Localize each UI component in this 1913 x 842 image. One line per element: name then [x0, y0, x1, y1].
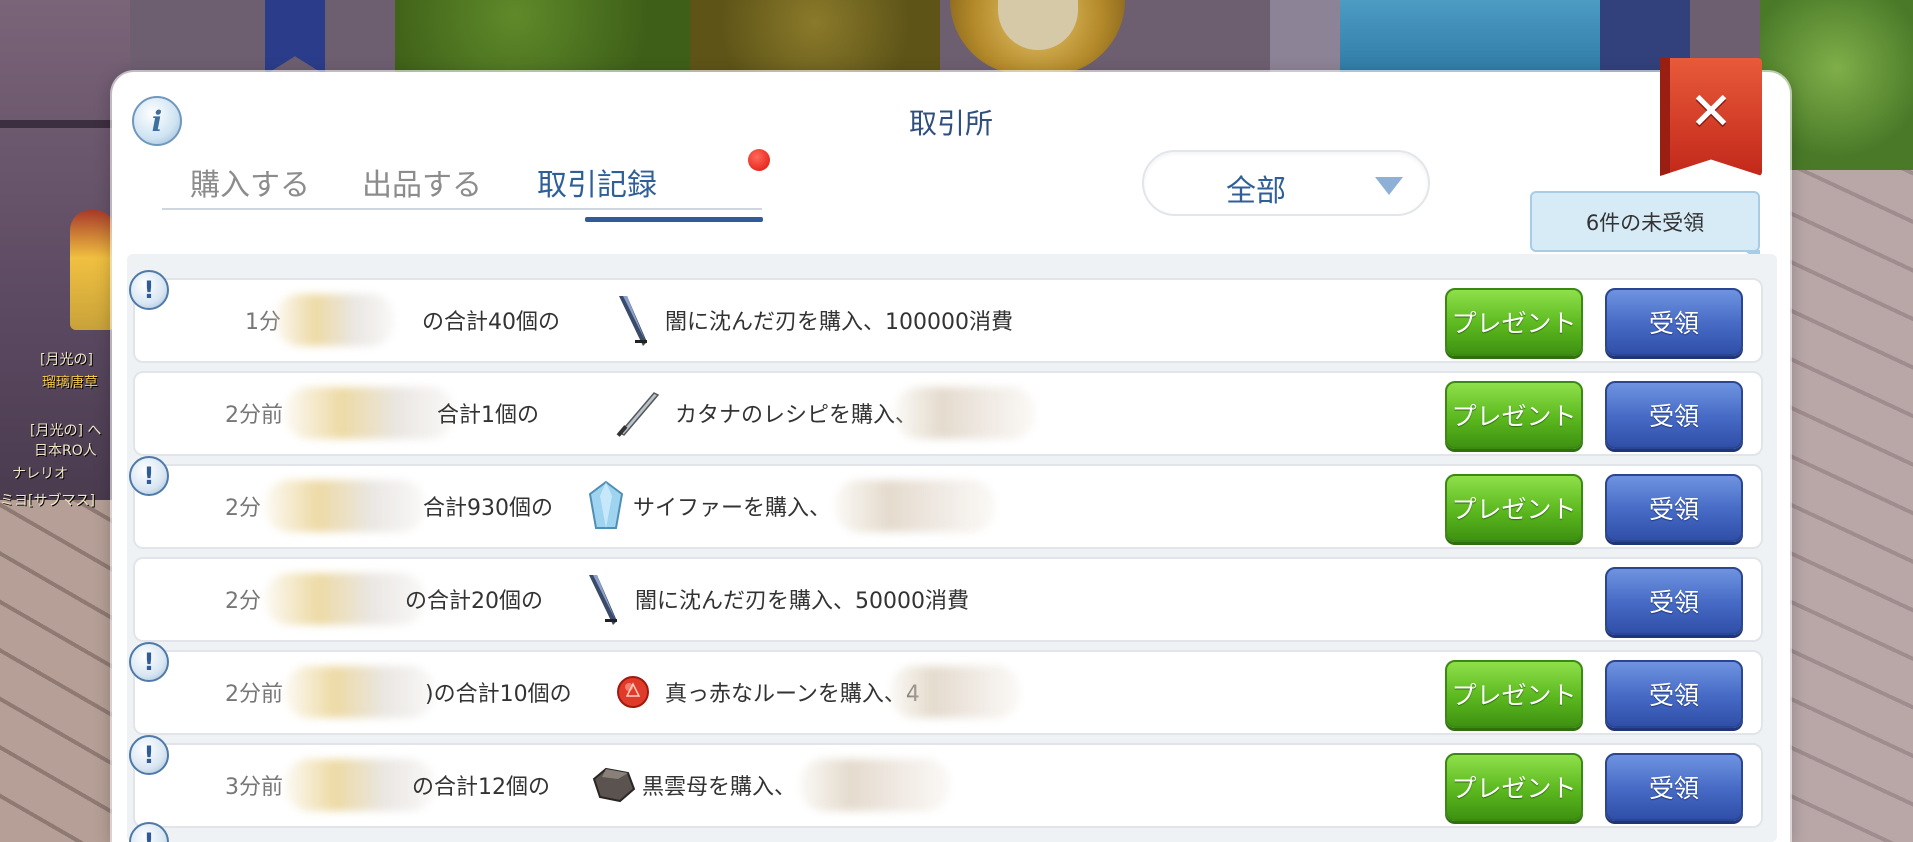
record-quantity: )の合計10個の	[425, 682, 572, 707]
claim-button[interactable]: 受領	[1605, 381, 1743, 449]
record-time: 2分	[225, 496, 261, 521]
redacted-amount	[835, 480, 995, 532]
record-description: 真っ赤なルーンを購入、4	[665, 682, 920, 707]
record-quantity: 合計930個の	[423, 496, 553, 521]
notification-dot	[748, 149, 770, 171]
present-button[interactable]: プレゼント	[1445, 288, 1583, 356]
chevron-down-icon	[1375, 177, 1403, 195]
nameplate: [月光の] へ	[30, 423, 102, 439]
player-character[interactable]	[70, 210, 115, 330]
nameplate: [月光の]	[40, 352, 93, 368]
close-icon: ✕	[1689, 82, 1733, 142]
record-quantity: の合計40個の	[422, 310, 560, 335]
record-description: カタナのレシピを購入、	[675, 403, 918, 428]
claim-button[interactable]: 受領	[1605, 567, 1743, 635]
alert-icon[interactable]: !	[129, 270, 169, 310]
nameplate: ミヨ[サブマス]	[0, 493, 95, 509]
nameplate: 瑠璃唐草	[42, 375, 98, 391]
redacted-amount	[895, 387, 1035, 439]
record-description: 闇に沈んだ刃を購入、50000消費	[635, 589, 969, 614]
active-tab-indicator	[585, 217, 763, 222]
redacted-name	[265, 573, 425, 625]
redacted-amount	[800, 759, 950, 811]
redacted-name	[265, 480, 425, 532]
redacted-amount	[890, 666, 1020, 718]
record-row: 1分 の合計40個の 闇に沈んだ刃を購入、100000消費 プレゼント 受領	[133, 278, 1763, 363]
alert-icon[interactable]: !	[129, 735, 169, 775]
crystal-icon	[578, 478, 634, 534]
alert-icon[interactable]: !	[129, 456, 169, 496]
dark-blade-icon	[575, 571, 631, 627]
record-row: 3分前 の合計12個の 黒雲母を購入、 プレゼント 受領	[133, 743, 1763, 828]
record-row: 2分前 )の合計10個の 真っ赤なルーンを購入、4 プレゼント 受領	[133, 650, 1763, 735]
tree-middle	[690, 0, 940, 75]
present-button[interactable]: プレゼント	[1445, 753, 1583, 821]
claim-button[interactable]: 受領	[1605, 660, 1743, 728]
nameplate: 日本RO人	[34, 443, 97, 459]
record-time: 2分	[225, 589, 261, 614]
record-quantity: 合計1個の	[437, 403, 539, 428]
unclaimed-count-label: 6件の未受領	[1585, 210, 1705, 235]
record-row: 2分 合計930個の サイファーを購入、 プレゼント 受領	[133, 464, 1763, 549]
redacted-name	[285, 387, 455, 439]
tab-sell[interactable]: 出品する	[362, 160, 482, 204]
close-button[interactable]: ✕	[1660, 58, 1762, 176]
stone-floor-left	[0, 500, 120, 842]
record-row: 2分 の合計20個の 闇に沈んだ刃を購入、50000消費 受領	[133, 557, 1763, 642]
tab-history[interactable]: 取引記録	[537, 160, 657, 204]
filter-value: 全部	[1226, 174, 1286, 209]
redacted-name	[285, 666, 435, 718]
claim-button[interactable]: 受領	[1605, 753, 1743, 821]
dialog-title: 取引所	[908, 107, 993, 140]
fountain-water	[1340, 0, 1620, 75]
tab-bar: 購入する 出品する 取引記録	[162, 160, 762, 210]
record-description: 闇に沈んだ刃を購入、100000消費	[665, 310, 1013, 335]
emblem-shield	[950, 0, 1125, 75]
nameplate: ナレリオ	[12, 466, 68, 482]
claim-button[interactable]: 受領	[1605, 474, 1743, 542]
banner-left	[265, 0, 325, 75]
exchange-dialog: i 取引所 ✕ 購入する 出品する 取引記録 全部 6件の未受領 1分 の合計4…	[112, 58, 1790, 842]
record-description: サイファーを購入、	[633, 496, 832, 521]
record-time: 3分前	[225, 775, 283, 800]
dark-blade-icon	[605, 292, 661, 348]
red-rune-icon	[605, 664, 661, 720]
filter-dropdown[interactable]: 全部	[1142, 150, 1430, 216]
tab-buy[interactable]: 購入する	[190, 160, 310, 204]
tree-left	[395, 0, 695, 75]
black-mica-icon	[585, 757, 641, 813]
present-button[interactable]: プレゼント	[1445, 474, 1583, 542]
record-quantity: の合計12個の	[412, 775, 550, 800]
record-quantity: の合計20個の	[405, 589, 543, 614]
stone-floor-right	[1790, 170, 1913, 842]
present-button[interactable]: プレゼント	[1445, 660, 1583, 728]
claim-button[interactable]: 受領	[1605, 288, 1743, 356]
record-time: 2分前	[225, 682, 283, 707]
unclaimed-count-tooltip: 6件の未受領	[1530, 191, 1760, 264]
record-row: 2分前 合計1個の カタナのレシピを購入、 プレゼント 受領	[133, 371, 1763, 456]
redacted-name	[275, 294, 395, 346]
record-time: 2分前	[225, 403, 283, 428]
present-button[interactable]: プレゼント	[1445, 381, 1583, 449]
katana-icon	[610, 385, 666, 441]
record-description: 黒雲母を購入、	[642, 775, 797, 800]
alert-icon[interactable]: !	[129, 642, 169, 682]
